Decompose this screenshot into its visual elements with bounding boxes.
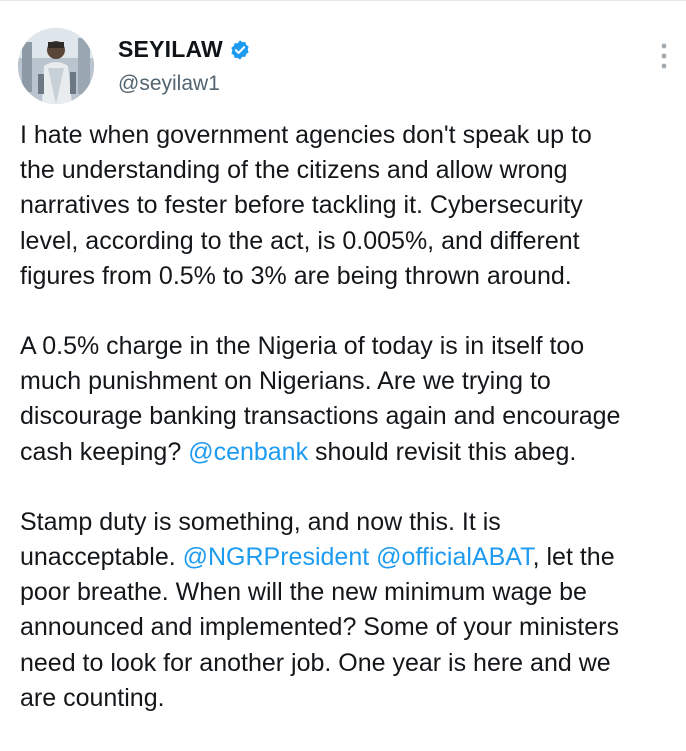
text-segment: cash keeping? [20,437,189,466]
text-line: are counting. [20,683,165,712]
text-line: much punishment on Nigerians. Are we try… [20,367,551,396]
text-line: I hate when government agencies don't sp… [20,121,592,149]
text-line: level, according to the act, is 0.005%, … [20,226,580,255]
text-line: figures from 0.5% to 3% are being thrown… [20,261,572,290]
text-line: A 0.5% charge in the Nigeria of today is… [20,332,585,361]
tweet-text: I hate when government agencies don't sp… [20,118,680,751]
text-segment: unacceptable. [20,543,183,572]
divider [0,0,686,1]
text-line: the understanding of the citizens and al… [20,156,568,185]
text-line: need to look for another job. One year i… [20,648,611,677]
text-line: discourage banking transactions again an… [20,402,621,431]
verified-badge-icon [229,39,251,61]
text-line: poor breathe. When will the new minimum … [20,578,587,607]
text-line: announced and implemented? Some of your … [20,613,619,642]
text-segment: should revisit this abeg. [308,437,577,466]
tweet[interactable]: SEYILAW @seyilaw1 I hate when government… [0,0,686,712]
text-segment: , let the [532,543,615,572]
display-name[interactable]: SEYILAW [118,36,223,63]
mention-link-officialabat[interactable]: @officialABAT [376,543,532,571]
paragraph-3: Stamp duty is something, and now this. I… [20,505,680,716]
tweet-header: SEYILAW @seyilaw1 [18,28,668,104]
paragraph-2: A 0.5% charge in the Nigeria of today is… [20,329,680,470]
text-line: Stamp duty is something, and now this. I… [20,507,501,536]
user-handle[interactable]: @seyilaw1 [118,72,220,96]
avatar[interactable] [18,28,94,104]
mention-link-ngrpresident[interactable]: @NGRPresident [183,543,370,571]
name-row: SEYILAW [118,36,251,63]
paragraph-1: I hate when government agencies don't sp… [20,118,680,294]
mention-link-cenbank[interactable]: @cenbank [188,438,308,466]
more-vertical-icon[interactable] [660,42,668,70]
text-line: narratives to fester before tackling it.… [20,191,583,220]
